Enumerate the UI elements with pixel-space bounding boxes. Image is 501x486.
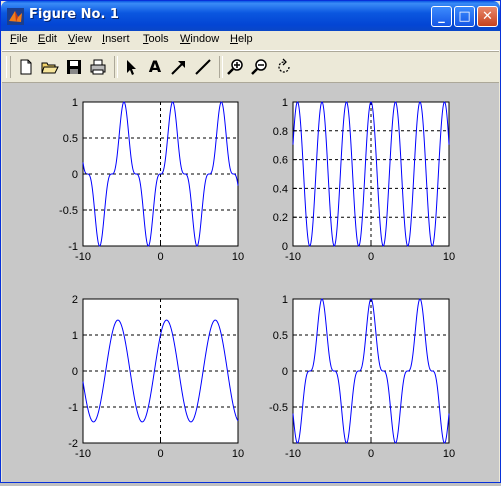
minimize-icon: _: [438, 9, 445, 24]
y-tick-label: 0.5: [273, 330, 288, 342]
toolbar-separator: [219, 56, 223, 78]
open-file-icon[interactable]: [40, 57, 60, 77]
window-title: Figure No. 1: [29, 7, 119, 22]
x-tick-label: -10: [75, 251, 91, 263]
menu-help[interactable]: Help: [230, 33, 253, 45]
close-button[interactable]: ✕: [477, 6, 498, 27]
x-tick-label: 0: [157, 251, 163, 263]
x-tick-label: 10: [443, 448, 455, 460]
menu-window[interactable]: Window: [180, 33, 219, 45]
x-tick-label: 0: [368, 251, 374, 263]
zoom-out-icon[interactable]: [250, 57, 270, 77]
x-tick-label: -10: [285, 448, 301, 460]
x-tick-label: 10: [443, 251, 455, 263]
x-tick-label: 0: [157, 448, 163, 460]
y-tick-label: 0.6: [273, 155, 288, 167]
y-tick-label: -1: [68, 402, 78, 414]
new-figure-icon[interactable]: [16, 57, 36, 77]
insert-arrow-icon[interactable]: [169, 57, 189, 77]
figure-canvas: 1 0.5 0 -0.5 -1 -10 0 10 1 0.8 0.6 0.4 0.2 0 -10 0 10 2 1 0…: [2, 83, 499, 482]
y-tick-label: 1: [282, 97, 288, 109]
menu-tools[interactable]: Tools: [143, 33, 169, 45]
toolbar: A: [2, 51, 499, 83]
y-tick-label: -0.5: [269, 402, 288, 414]
x-tick-label: 10: [232, 448, 244, 460]
rotate-3d-icon[interactable]: [274, 57, 294, 77]
insert-line-icon[interactable]: [193, 57, 213, 77]
menu-file[interactable]: File: [10, 33, 28, 45]
maximize-button[interactable]: □: [454, 6, 475, 27]
y-tick-label: 1: [72, 97, 78, 109]
figure-window: Figure No. 1 _ □ ✕ File Edit View Insert…: [0, 0, 501, 483]
y-tick-label: 0: [72, 169, 78, 181]
y-tick-label: 2: [72, 294, 78, 306]
subplots: 10.50-0.5-1-10 0 1010.80.60.40.20-10 0 10210…: [59, 97, 455, 460]
print-icon[interactable]: [88, 57, 108, 77]
x-tick-label: 10: [232, 251, 244, 263]
y-tick-label: 0: [72, 366, 78, 378]
x-tick-label: -10: [75, 448, 91, 460]
save-icon[interactable]: [64, 57, 84, 77]
y-tick-label: 0.5: [63, 133, 78, 145]
y-tick-label: 1: [72, 330, 78, 342]
x-tick-label: 0: [368, 448, 374, 460]
zoom-in-icon[interactable]: [226, 57, 246, 77]
minimize-button[interactable]: _: [431, 6, 452, 27]
toolbar-separator: [114, 56, 118, 78]
select-arrow-icon[interactable]: [121, 57, 141, 77]
insert-text-icon[interactable]: A: [145, 57, 165, 77]
y-tick-label: 0: [282, 366, 288, 378]
menu-insert[interactable]: Insert: [102, 33, 130, 45]
y-tick-label: 1: [282, 294, 288, 306]
menu-bar: File Edit View Insert Tools Window Help: [2, 31, 499, 51]
toolbar-grip[interactable]: [6, 56, 11, 78]
x-tick-label: -10: [285, 251, 301, 263]
y-tick-label: 0.4: [273, 183, 288, 195]
menu-edit[interactable]: Edit: [38, 33, 57, 45]
matlab-icon: [7, 8, 24, 25]
y-tick-label: 0.2: [273, 212, 288, 224]
title-bar[interactable]: Figure No. 1 _ □ ✕: [1, 1, 500, 31]
close-icon: ✕: [482, 9, 493, 24]
y-tick-label: 0.8: [273, 126, 288, 138]
menu-view[interactable]: View: [68, 33, 92, 45]
maximize-icon: □: [458, 9, 471, 24]
y-tick-label: -0.5: [59, 205, 78, 217]
